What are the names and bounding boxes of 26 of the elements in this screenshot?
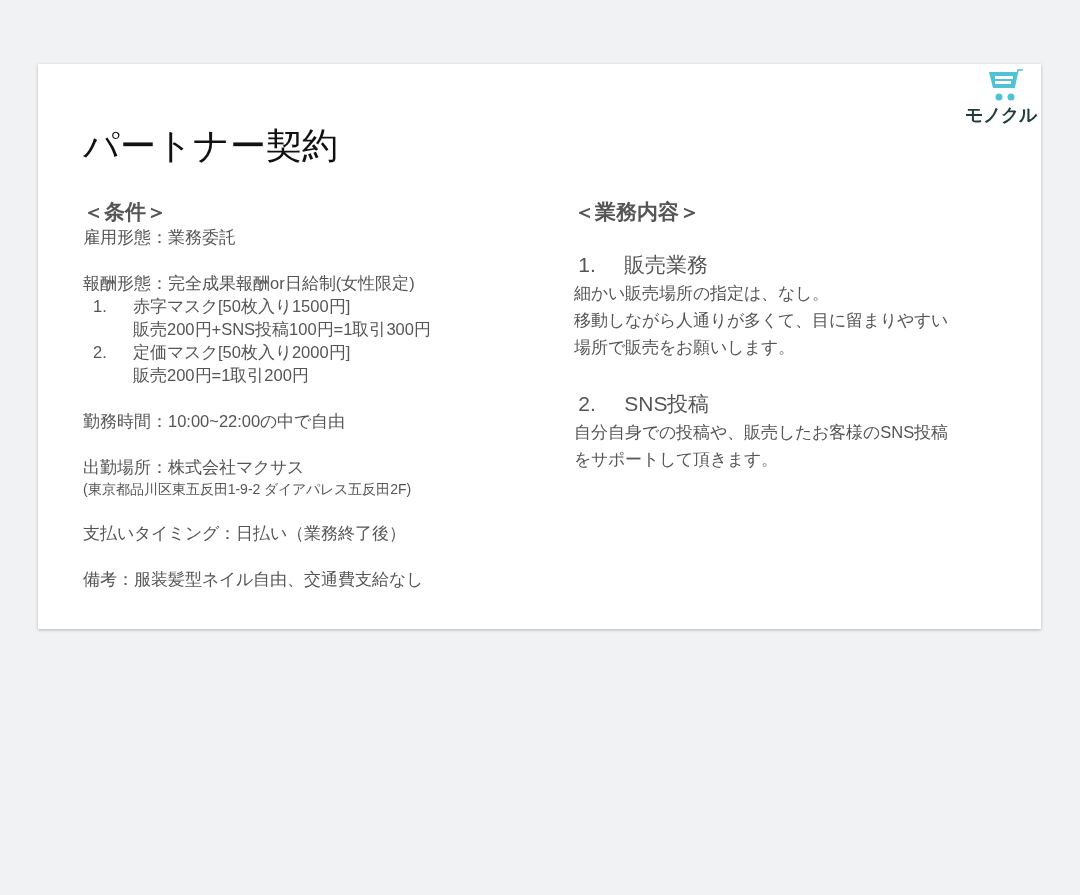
duty-description: 自分自身での投稿や、販売したお客様のSNS投稿 <box>574 422 950 443</box>
list-item-text: 赤字マスク[50枚入り1500円] <box>133 296 351 317</box>
section-heading: ＜条件＞ <box>83 199 168 225</box>
list-number: 2. <box>577 391 597 417</box>
list-number: 2. <box>92 342 108 363</box>
condition-text: 備考：服装髪型ネイル自由、交通費支給なし <box>83 569 424 590</box>
list-item-text: 販売200円=1取引200円 <box>133 365 309 386</box>
section-heading: ＜業務内容＞ <box>574 199 702 225</box>
list-number: 1. <box>92 296 108 317</box>
duty-title: SNS投稿 <box>624 391 710 417</box>
list-number: 1. <box>577 252 597 278</box>
address-text: (東京都品川区東五反田1-9-2 ダイアパレス五反田2F) <box>83 480 413 499</box>
duty-description: をサポートして頂きます。 <box>574 449 780 470</box>
duty-description: 細かい販売場所の指定は、なし。 <box>574 283 831 304</box>
duty-description: 場所で販売をお願いします。 <box>574 337 797 358</box>
condition-text: 出勤場所：株式会社マクサス <box>83 457 305 478</box>
condition-text: 支払いタイミング：日払い（業務終了後） <box>83 523 407 544</box>
slide-title: パートナー契約 <box>83 124 338 168</box>
list-item-text: 販売200円+SNS投稿100円=1取引300円 <box>133 319 431 340</box>
logo-text: モノクル <box>965 104 1037 126</box>
condition-text: 雇用形態：業務委託 <box>83 227 237 248</box>
list-item-text: 定価マスク[50枚入り2000円] <box>133 342 351 363</box>
condition-text: 報酬形態：完全成果報酬or日給制(女性限定) <box>83 273 416 294</box>
condition-text: 勤務時間：10:00~22:00の中で自由 <box>83 411 347 432</box>
duty-title: 販売業務 <box>624 252 709 278</box>
duty-description: 移動しながら人通りが多くて、目に留まりやすい <box>574 310 950 331</box>
